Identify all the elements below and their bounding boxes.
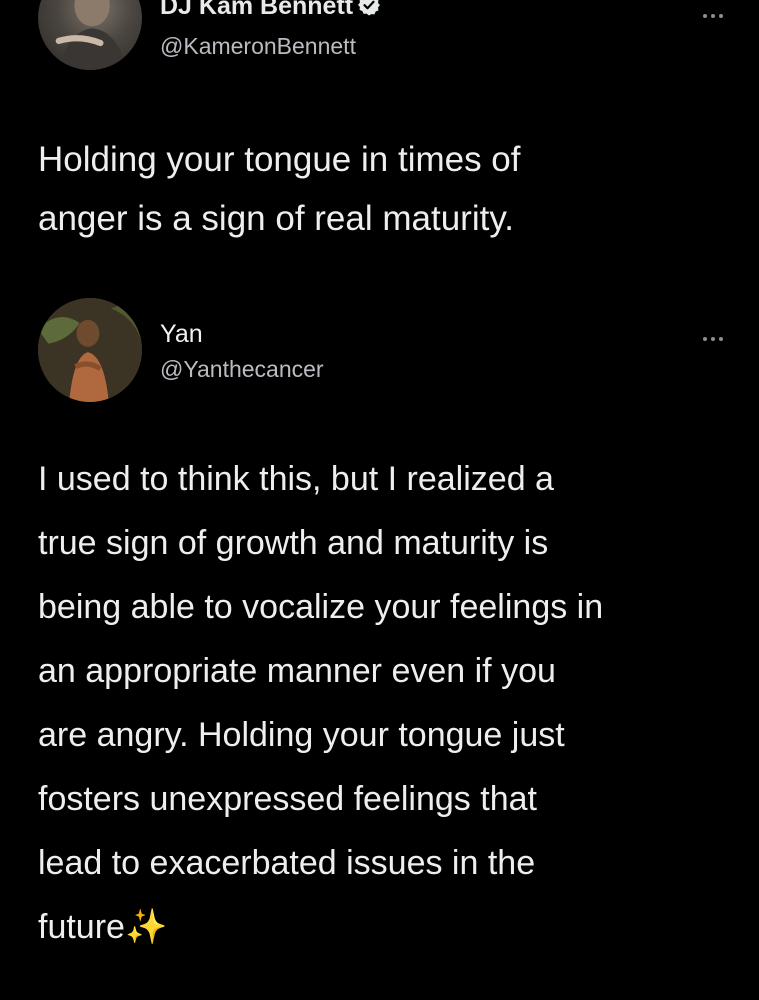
more-dots-icon[interactable] bbox=[703, 5, 733, 18]
handle[interactable]: @Yanthecancer bbox=[160, 356, 324, 383]
more-dots-icon[interactable] bbox=[703, 328, 733, 341]
tweet-reply[interactable]: Yan @Yanthecancer I used to think this, … bbox=[0, 290, 759, 990]
avatar[interactable] bbox=[38, 0, 142, 70]
display-name[interactable]: DJ Kam Bennett bbox=[160, 0, 381, 21]
tweet-original[interactable]: DJ Kam Bennett @KameronBennett Holding y… bbox=[0, 0, 759, 260]
tweet-text: Holding your tongue in times of anger is… bbox=[38, 140, 521, 238]
display-name[interactable]: Yan bbox=[160, 320, 203, 349]
profile-photo-icon bbox=[55, 0, 128, 70]
avatar[interactable] bbox=[38, 298, 142, 402]
tweet-text: I used to think this, but I realized a t… bbox=[38, 460, 604, 946]
handle[interactable]: @KameronBennett bbox=[160, 33, 356, 60]
profile-photo-icon bbox=[38, 298, 142, 402]
display-name-text: DJ Kam Bennett bbox=[160, 0, 354, 20]
verified-badge-icon bbox=[358, 0, 381, 16]
